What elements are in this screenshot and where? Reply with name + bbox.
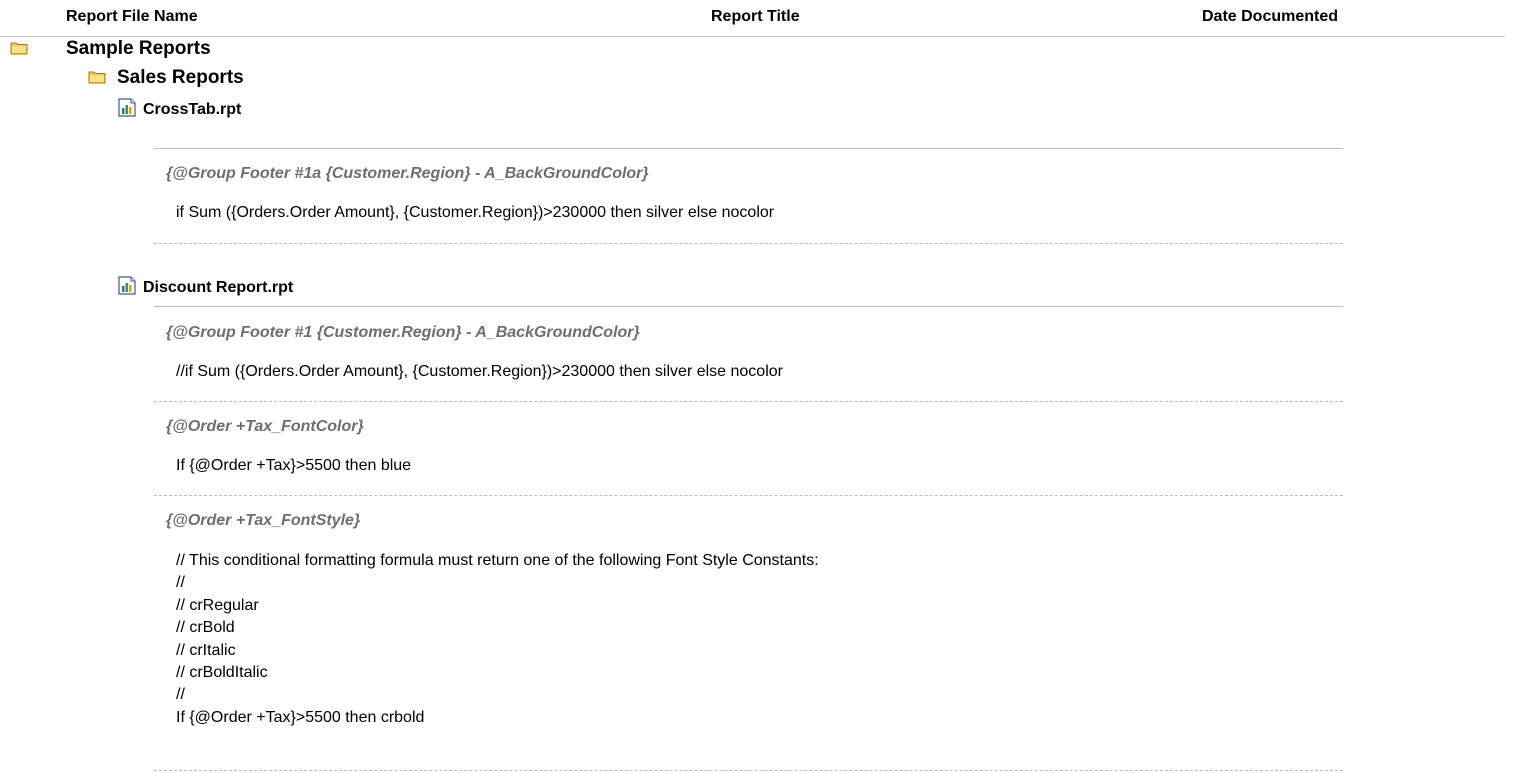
formula-text: //if Sum ({Orders.Order Amount}, {Custom… — [176, 363, 783, 380]
report-file-name[interactable]: Discount Report.rpt — [143, 279, 293, 297]
tree-folder-sales-reports[interactable]: Sales Reports — [117, 67, 244, 89]
formula-name: {@Group Footer #1 {Customer.Region} - A_… — [166, 324, 640, 341]
report-icon[interactable] — [118, 276, 136, 295]
column-header-report-file-name[interactable]: Report File Name — [66, 8, 198, 26]
report-file-name[interactable]: CrossTab.rpt — [143, 101, 241, 119]
formula-divider — [154, 401, 1343, 402]
formula-text: // This conditional formatting formula m… — [176, 552, 819, 726]
report-icon[interactable] — [118, 98, 136, 117]
column-header-report-title[interactable]: Report Title — [711, 8, 800, 26]
formula-name: {@Order +Tax_FontStyle} — [166, 512, 361, 529]
formula-name: {@Group Footer #1a {Customer.Region} - A… — [166, 165, 649, 182]
formula-name: {@Order +Tax_FontColor} — [166, 418, 364, 435]
column-header-row: Report File Name Report Title Date Docum… — [0, 0, 1505, 37]
formula-text: If {@Order +Tax}>5500 then blue — [176, 457, 412, 474]
folder-icon[interactable] — [10, 41, 28, 55]
formula-divider — [154, 495, 1343, 496]
tree-folder-sample-reports[interactable]: Sample Reports — [66, 38, 211, 60]
formula-divider — [154, 243, 1343, 244]
folder-icon[interactable] — [88, 70, 106, 84]
formula-divider — [154, 770, 1343, 771]
formula-text: if Sum ({Orders.Order Amount}, {Customer… — [176, 204, 775, 221]
column-header-date-documented[interactable]: Date Documented — [1202, 8, 1338, 26]
report-divider — [154, 306, 1343, 307]
report-divider — [154, 148, 1343, 149]
